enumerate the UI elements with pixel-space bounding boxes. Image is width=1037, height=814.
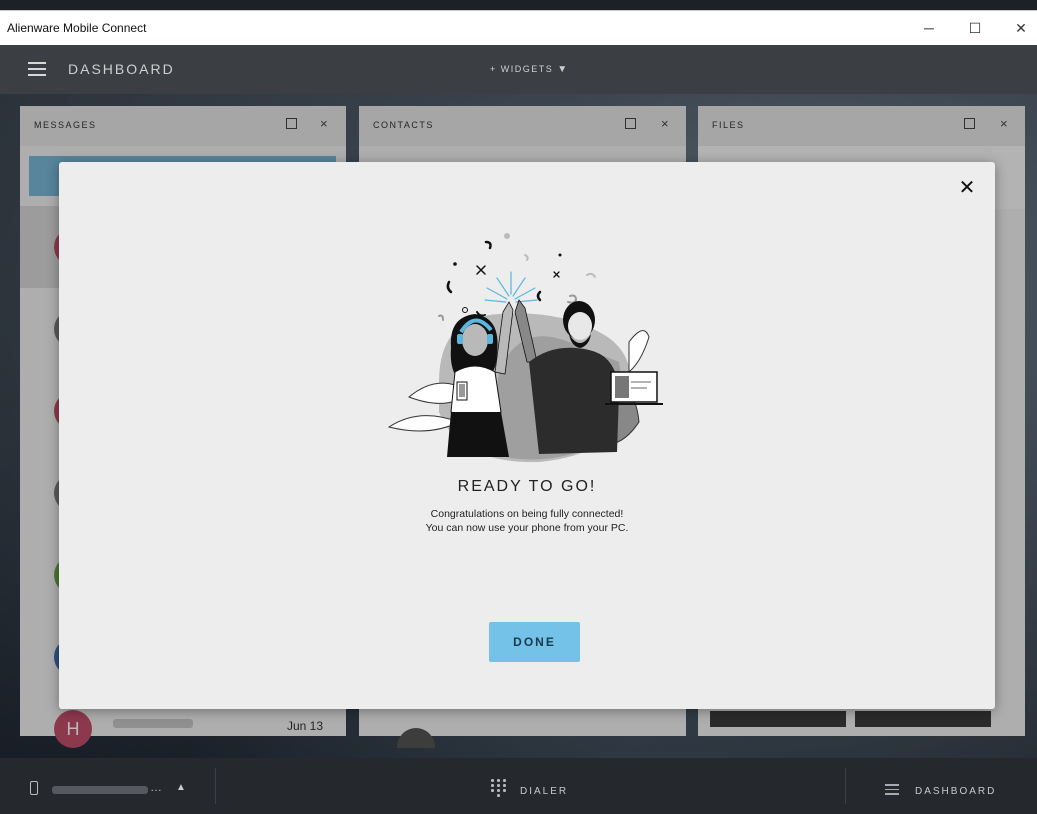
divider — [215, 768, 216, 804]
app-header: DASHBOARD + WIDGETS ▼ — [0, 45, 1037, 94]
done-button[interactable]: DONE — [489, 622, 580, 662]
ready-dialog: ✕ READY TO GO! Congratulations on being … — [59, 162, 995, 709]
maximize-button[interactable]: ☐ — [952, 11, 998, 45]
page-title: DASHBOARD — [68, 61, 175, 77]
device-name[interactable] — [52, 786, 148, 794]
add-widgets-button[interactable]: + WIDGETS ▼ — [490, 64, 569, 75]
caret-down-icon: ▼ — [557, 64, 569, 75]
menu-icon[interactable] — [28, 62, 46, 76]
title-bar: Alienware Mobile Connect ─ ☐ ✕ — [0, 10, 1037, 45]
divider — [845, 768, 846, 804]
phone-icon — [30, 781, 38, 795]
dialpad-icon[interactable] — [491, 779, 506, 797]
dialog-message-line-2: You can now use your phone from your PC. — [425, 522, 629, 534]
dialog-heading: READY TO GO! — [457, 478, 597, 495]
dialer-button[interactable]: DIALER — [520, 786, 568, 797]
dashboard-button[interactable]: DASHBOARD — [915, 786, 996, 797]
window-title: Alienware Mobile Connect — [7, 21, 147, 35]
add-widgets-label: + WIDGETS — [490, 64, 554, 74]
close-dialog-button[interactable]: ✕ — [957, 178, 977, 198]
dialog-message-line-1: Congratulations on being fully connected… — [430, 508, 624, 520]
celebration-illustration — [387, 233, 663, 463]
device-name-ellipsis: … — [150, 780, 162, 794]
bottom-bar: … ▲ DIALER DASHBOARD — [0, 758, 1037, 814]
dashboard-icon[interactable] — [885, 784, 899, 796]
app-window: Alienware Mobile Connect ─ ☐ ✕ DASHBOARD… — [0, 0, 1037, 814]
close-window-button[interactable]: ✕ — [998, 11, 1037, 45]
caret-up-icon[interactable]: ▲ — [176, 782, 186, 793]
minimize-button[interactable]: ─ — [906, 11, 952, 45]
